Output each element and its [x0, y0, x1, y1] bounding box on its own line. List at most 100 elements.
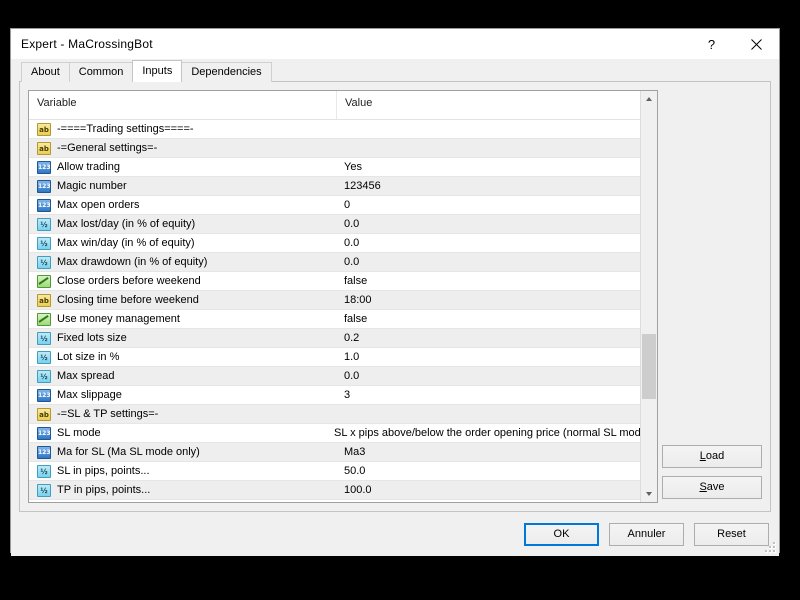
- row-variable-label: Use money management: [57, 313, 180, 325]
- row-variable-cell[interactable]: Use money management: [29, 310, 337, 328]
- int-type-icon: 123: [37, 198, 51, 212]
- column-header-value[interactable]: Value: [337, 91, 640, 119]
- row-value-cell[interactable]: 0.0: [337, 253, 640, 271]
- row-value-cell[interactable]: [337, 405, 640, 423]
- row-value-cell[interactable]: false: [337, 272, 640, 290]
- grid-header: Variable Value: [29, 91, 640, 120]
- caption-buttons: ?: [689, 29, 779, 59]
- cancel-button[interactable]: Annuler: [609, 522, 684, 546]
- tab-about[interactable]: About: [21, 62, 70, 82]
- row-value-cell[interactable]: 1.0: [337, 348, 640, 366]
- row-variable-cell[interactable]: 123 Max open orders: [29, 196, 337, 214]
- grid-columns: Variable Value ab -====Trading settings==…: [29, 91, 640, 502]
- row-variable-cell[interactable]: ½ Max win/day (in % of equity): [29, 234, 337, 252]
- load-button[interactable]: Load: [662, 445, 762, 468]
- row-variable-cell[interactable]: ½ SL in pips, points...: [29, 462, 337, 480]
- row-variable-label: SL in pips, points...: [57, 465, 150, 477]
- bool-type-icon: [37, 312, 51, 326]
- row-variable-cell[interactable]: 123 Magic number: [29, 177, 337, 195]
- dbl-type-icon: ½: [37, 464, 51, 478]
- table-row[interactable]: ½ Max spread 0.0: [29, 367, 640, 386]
- close-button[interactable]: [734, 29, 779, 59]
- help-button[interactable]: ?: [689, 29, 734, 59]
- row-variable-cell[interactable]: 123 SL mode: [29, 424, 327, 442]
- table-row[interactable]: ½ Fixed lots size 0.2: [29, 329, 640, 348]
- table-row[interactable]: ab -=SL & TP settings=-: [29, 405, 640, 424]
- row-variable-cell[interactable]: ab -====Trading settings====-: [29, 120, 337, 138]
- table-row[interactable]: Close orders before weekend false: [29, 272, 640, 291]
- row-value-cell[interactable]: [337, 120, 640, 138]
- side-button-group: Load Save: [662, 90, 762, 503]
- row-value-cell[interactable]: 50.0: [337, 462, 640, 480]
- row-variable-label: Max spread: [57, 370, 115, 382]
- row-value-cell[interactable]: 100.0: [337, 481, 640, 499]
- row-variable-cell[interactable]: 123 Ma for SL (Ma SL mode only): [29, 443, 337, 461]
- column-header-variable[interactable]: Variable: [29, 91, 337, 119]
- table-row[interactable]: 123 Ma for SL (Ma SL mode only) Ma3: [29, 443, 640, 462]
- row-variable-label: Max slippage: [57, 389, 122, 401]
- row-variable-label: Max drawdown (in % of equity): [57, 256, 208, 268]
- table-row[interactable]: ½ Lot size in % 1.0: [29, 348, 640, 367]
- row-value-cell[interactable]: 0.0: [337, 367, 640, 385]
- row-variable-cell[interactable]: ½ Lot size in %: [29, 348, 337, 366]
- scrollbar-track[interactable]: [641, 107, 657, 486]
- grid-vertical-scrollbar[interactable]: [640, 91, 657, 502]
- tab-dependencies[interactable]: Dependencies: [181, 62, 272, 82]
- table-row[interactable]: ½ SL in pips, points... 50.0: [29, 462, 640, 481]
- row-value-cell[interactable]: 18:00: [337, 291, 640, 309]
- table-row[interactable]: ab -====Trading settings====-: [29, 120, 640, 139]
- save-button[interactable]: Save: [662, 476, 762, 499]
- row-variable-cell[interactable]: ab -=SL & TP settings=-: [29, 405, 337, 423]
- row-value-cell[interactable]: 0.0: [337, 234, 640, 252]
- row-value-cell[interactable]: 123456: [337, 177, 640, 195]
- table-row[interactable]: ½ Max win/day (in % of equity) 0.0: [29, 234, 640, 253]
- row-value-cell[interactable]: false: [337, 310, 640, 328]
- table-row[interactable]: ½ Max lost/day (in % of equity) 0.0: [29, 215, 640, 234]
- row-value-cell[interactable]: Yes: [337, 158, 640, 176]
- reset-button[interactable]: Reset: [694, 522, 769, 546]
- bool-type-icon: [37, 274, 51, 288]
- table-row[interactable]: 123 Max open orders 0: [29, 196, 640, 215]
- row-variable-cell[interactable]: ½ Fixed lots size: [29, 329, 337, 347]
- row-value-cell[interactable]: [337, 139, 640, 157]
- scrollbar-thumb[interactable]: [642, 334, 656, 399]
- table-row[interactable]: 123 Magic number 123456: [29, 177, 640, 196]
- row-variable-cell[interactable]: ½ Max lost/day (in % of equity): [29, 215, 337, 233]
- table-row[interactable]: Use money management false: [29, 310, 640, 329]
- table-row[interactable]: ½ Max drawdown (in % of equity) 0.0: [29, 253, 640, 272]
- string-type-icon: ab: [37, 122, 51, 136]
- row-variable-label: Lot size in %: [57, 351, 120, 363]
- scroll-up-button[interactable]: [641, 91, 657, 107]
- row-variable-label: -====Trading settings====-: [57, 123, 194, 135]
- table-row[interactable]: ab -=General settings=-: [29, 139, 640, 158]
- row-value-cell[interactable]: 0: [337, 196, 640, 214]
- table-row[interactable]: 123 Max slippage 3: [29, 386, 640, 405]
- table-row[interactable]: 123 Allow trading Yes: [29, 158, 640, 177]
- row-value-cell[interactable]: 0.0: [337, 215, 640, 233]
- row-value-cell[interactable]: 3: [337, 386, 640, 404]
- row-variable-cell[interactable]: ab -=General settings=-: [29, 139, 337, 157]
- dbl-type-icon: ½: [37, 217, 51, 231]
- row-variable-label: -=SL & TP settings=-: [57, 408, 159, 420]
- table-row[interactable]: 123 SL mode SL x pips above/below the orde…: [29, 424, 640, 443]
- string-type-icon: ab: [37, 293, 51, 307]
- row-variable-cell[interactable]: ½ TP in pips, points...: [29, 481, 337, 499]
- tab-inputs[interactable]: Inputs: [132, 60, 183, 82]
- row-variable-cell[interactable]: ½ Max spread: [29, 367, 337, 385]
- row-variable-cell[interactable]: 123 Max slippage: [29, 386, 337, 404]
- table-row[interactable]: ½ TP in pips, points... 100.0: [29, 481, 640, 500]
- tab-common[interactable]: Common: [68, 62, 134, 82]
- ok-button[interactable]: OK: [524, 522, 599, 546]
- chevron-up-icon: [646, 97, 652, 101]
- row-variable-cell[interactable]: Close orders before weekend: [29, 272, 337, 290]
- row-value-cell[interactable]: Ma3: [337, 443, 640, 461]
- row-variable-cell[interactable]: ab Closing time before weekend: [29, 291, 337, 309]
- row-value-cell[interactable]: 0.2: [337, 329, 640, 347]
- table-row[interactable]: ab Closing time before weekend 18:00: [29, 291, 640, 310]
- scroll-down-button[interactable]: [641, 486, 657, 502]
- row-variable-cell[interactable]: 123 Allow trading: [29, 158, 337, 176]
- title-bar: Expert - MaCrossingBot ?: [11, 29, 779, 59]
- row-value-cell[interactable]: SL x pips above/below the order opening …: [327, 424, 640, 442]
- save-button-label: ave: [706, 481, 725, 493]
- row-variable-cell[interactable]: ½ Max drawdown (in % of equity): [29, 253, 337, 271]
